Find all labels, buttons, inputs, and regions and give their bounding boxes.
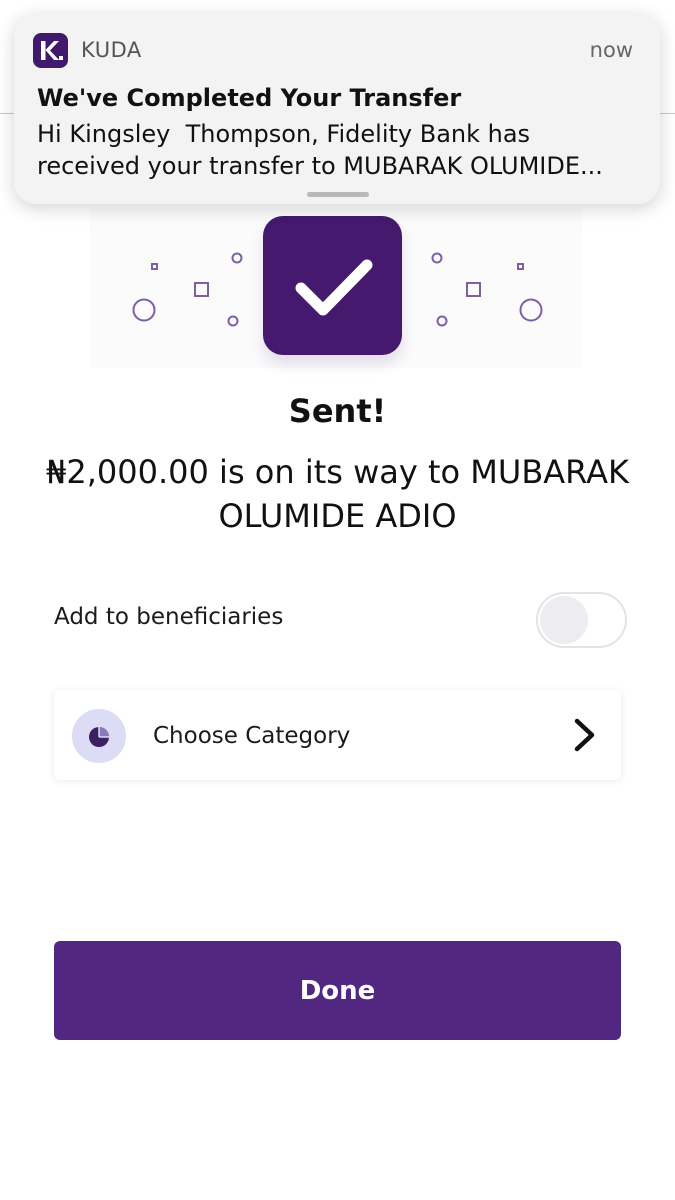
success-message: ₦2,000.00 is on its way to MUBARAK OLUMI… bbox=[46, 453, 629, 535]
kuda-app-icon bbox=[33, 33, 68, 68]
transfer-success-screen: KUDA now We've Completed Your Transfer H… bbox=[0, 0, 675, 1200]
chevron-right-icon bbox=[574, 718, 595, 752]
push-notification[interactable]: KUDA now We've Completed Your Transfer H… bbox=[14, 14, 660, 204]
success-title: Sent! bbox=[288, 392, 387, 430]
notification-title: We've Completed Your Transfer bbox=[37, 84, 462, 112]
choose-category-row[interactable]: Choose Category bbox=[54, 690, 621, 780]
notification-app-name: KUDA bbox=[81, 38, 142, 62]
pie-chart-icon bbox=[72, 709, 126, 763]
notification-body: Hi Kingsley Thompson, Fidelity Bank has … bbox=[37, 120, 603, 180]
checkmark-icon bbox=[295, 259, 373, 316]
toggle-knob bbox=[540, 596, 588, 644]
choose-category-label: Choose Category bbox=[153, 723, 351, 749]
notification-grabber[interactable] bbox=[307, 192, 369, 197]
success-check-badge bbox=[263, 216, 402, 355]
add-beneficiary-toggle[interactable] bbox=[536, 592, 627, 648]
done-button[interactable]: Done bbox=[54, 941, 621, 1040]
notification-time: now bbox=[589, 38, 633, 62]
add-beneficiary-label: Add to beneficiaries bbox=[54, 604, 284, 630]
